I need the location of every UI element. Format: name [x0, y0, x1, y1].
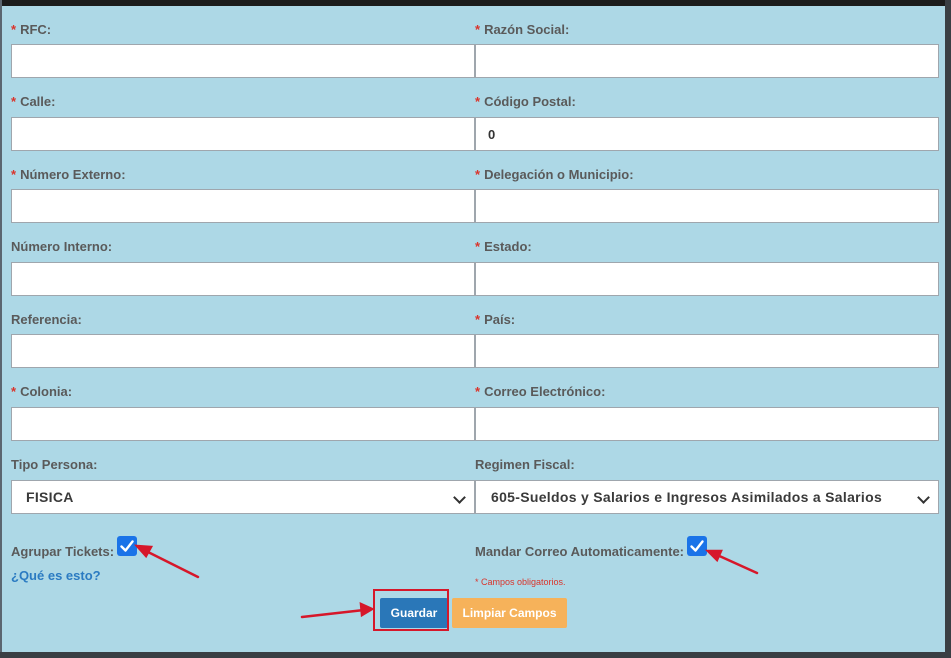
rfc-label-text: RFC:	[20, 22, 52, 37]
numero-externo-label: * Número Externo:	[11, 167, 126, 182]
regimen-fiscal-select[interactable]: 605-Sueldos y Salarios e Ingresos Asimil…	[475, 480, 939, 514]
tipo-persona-label-text: Tipo Persona:	[11, 457, 98, 472]
delegacion-input[interactable]	[475, 189, 939, 223]
calle-input[interactable]	[11, 117, 475, 151]
window-right-border	[945, 0, 951, 658]
required-marker: *	[475, 94, 481, 109]
save-highlight-box	[373, 589, 449, 631]
razon-social-label-text: Razón Social:	[484, 22, 570, 37]
razon-social-input[interactable]	[475, 44, 939, 78]
mandar-correo-checkbox[interactable]	[687, 536, 707, 556]
arrow-mandar-head	[704, 549, 723, 563]
estado-label-text: Estado:	[484, 239, 532, 254]
mandar-correo-label: Mandar Correo Automaticamente:	[475, 544, 684, 559]
delegacion-label: * Delegación o Municipio:	[475, 167, 634, 182]
chevron-down-icon	[453, 491, 466, 504]
required-marker: *	[475, 312, 481, 327]
required-marker: *	[475, 384, 481, 399]
correo-input[interactable]	[475, 407, 939, 441]
estado-input[interactable]	[475, 262, 939, 296]
required-fields-note: * Campos obligatorios.	[475, 577, 566, 587]
regimen-fiscal-value: 605-Sueldos y Salarios e Ingresos Asimil…	[491, 489, 883, 505]
check-icon	[120, 540, 134, 552]
numero-externo-input[interactable]	[11, 189, 475, 223]
required-marker: *	[475, 22, 481, 37]
numero-externo-label-text: Número Externo:	[20, 167, 126, 182]
pais-label: * País:	[475, 312, 515, 327]
required-marker: *	[11, 94, 17, 109]
arrow-mandar	[713, 552, 759, 575]
window-left-border	[0, 0, 2, 658]
required-marker: *	[11, 22, 17, 37]
required-marker: *	[11, 167, 17, 182]
calle-label-text: Calle:	[20, 94, 56, 109]
agrupar-tickets-label: Agrupar Tickets:	[11, 544, 114, 559]
colonia-input[interactable]	[11, 407, 475, 441]
required-marker: *	[475, 239, 481, 254]
codigo-postal-label-text: Código Postal:	[484, 94, 576, 109]
numero-interno-label-text: Número Interno:	[11, 239, 113, 254]
window-bottom-border	[0, 652, 951, 658]
referencia-label-text: Referencia:	[11, 312, 82, 327]
calle-label: * Calle:	[11, 94, 55, 109]
required-marker: *	[475, 167, 481, 182]
agrupar-tickets-checkbox[interactable]	[117, 536, 137, 556]
numero-interno-label: Número Interno:	[11, 239, 112, 254]
que-es-esto-link[interactable]: ¿Qué es esto?	[11, 568, 101, 583]
arrow-agrupar-head	[133, 544, 154, 559]
colonia-label-text: Colonia:	[20, 384, 73, 399]
colonia-label: * Colonia:	[11, 384, 72, 399]
pais-label-text: País:	[484, 312, 516, 327]
tipo-persona-label: Tipo Persona:	[11, 457, 97, 472]
razon-social-label: * Razón Social:	[475, 22, 569, 37]
agrupar-tickets-label-text: Agrupar Tickets:	[11, 544, 115, 559]
window-top-border	[0, 0, 951, 6]
limpiar-campos-button[interactable]: Limpiar Campos	[452, 598, 567, 628]
correo-label: * Correo Electrónico:	[475, 384, 605, 399]
estado-label: * Estado:	[475, 239, 532, 254]
regimen-fiscal-label: Regimen Fiscal:	[475, 457, 575, 472]
referencia-input[interactable]	[11, 334, 475, 368]
codigo-postal-input[interactable]	[475, 117, 939, 151]
referencia-label: Referencia:	[11, 312, 82, 327]
regimen-fiscal-label-text: Regimen Fiscal:	[475, 457, 575, 472]
delegacion-label-text: Delegación o Municipio:	[484, 167, 634, 182]
arrow-guardar	[300, 608, 366, 619]
tipo-persona-select[interactable]: FISICA	[11, 480, 475, 514]
rfc-input[interactable]	[11, 44, 475, 78]
arrow-agrupar	[142, 548, 200, 579]
correo-label-text: Correo Electrónico:	[484, 384, 606, 399]
tipo-persona-value: FISICA	[26, 489, 74, 505]
check-icon	[690, 540, 704, 552]
numero-interno-input[interactable]	[11, 262, 475, 296]
mandar-correo-label-text: Mandar Correo Automaticamente:	[475, 544, 684, 559]
arrow-guardar-head	[359, 601, 375, 618]
pais-input[interactable]	[475, 334, 939, 368]
chevron-down-icon	[917, 491, 930, 504]
required-marker: *	[11, 384, 17, 399]
rfc-label: * RFC:	[11, 22, 51, 37]
codigo-postal-label: * Código Postal:	[475, 94, 576, 109]
